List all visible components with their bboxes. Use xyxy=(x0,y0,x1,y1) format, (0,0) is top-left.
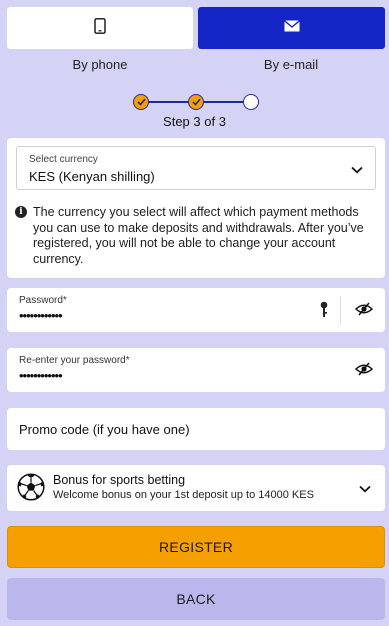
eye-slash-icon[interactable] xyxy=(354,362,374,381)
checkmark-icon xyxy=(191,98,201,106)
tab-by-phone[interactable] xyxy=(7,7,193,49)
checkmark-icon xyxy=(136,98,146,106)
confirm-password-label: Re-enter your password* xyxy=(19,355,130,366)
currency-select-value: KES (Kenyan shilling) xyxy=(29,169,155,184)
currency-select[interactable]: Select currency KES (Kenyan shilling) xyxy=(16,146,376,190)
registration-stepper xyxy=(133,92,259,112)
envelope-icon xyxy=(283,19,300,37)
promo-code-input[interactable]: Promo code (if you have one) xyxy=(19,422,190,437)
step-indicator-text: Step 3 of 3 xyxy=(163,114,226,129)
currency-info-text: The currency you select will affect whic… xyxy=(33,205,364,266)
currency-section: Select currency KES (Kenyan shilling) i … xyxy=(7,138,385,278)
bonus-title: Bonus for sports betting xyxy=(53,473,186,487)
confirm-password-input[interactable]: •••••••••••• xyxy=(19,368,63,383)
promo-code-field[interactable]: Promo code (if you have one) xyxy=(7,408,385,450)
chevron-down-icon xyxy=(359,480,371,498)
step-2-done xyxy=(188,94,204,110)
chevron-down-icon xyxy=(351,161,363,179)
step-connector xyxy=(149,101,188,103)
tab-by-email-label[interactable]: By e-mail xyxy=(198,57,384,72)
key-icon[interactable] xyxy=(320,301,328,323)
tab-by-email[interactable] xyxy=(198,7,385,49)
confirm-password-field[interactable]: Re-enter your password* •••••••••••• xyxy=(7,348,385,392)
info-icon: i xyxy=(15,206,27,218)
password-input[interactable]: •••••••••••• xyxy=(19,308,63,323)
password-label: Password* xyxy=(19,295,67,306)
bonus-select[interactable]: Bonus for sports betting Welcome bonus o… xyxy=(7,465,385,511)
back-button[interactable]: BACK xyxy=(7,578,385,620)
field-divider xyxy=(340,296,341,324)
currency-select-label: Select currency xyxy=(29,154,98,165)
bonus-subtitle: Welcome bonus on your 1st deposit up to … xyxy=(53,489,314,501)
step-3-current xyxy=(243,94,259,110)
step-1-done xyxy=(133,94,149,110)
step-connector xyxy=(204,101,243,103)
phone-icon xyxy=(94,17,106,39)
soccer-ball-icon xyxy=(17,473,45,506)
register-button[interactable]: REGISTER xyxy=(7,526,385,568)
eye-slash-icon[interactable] xyxy=(354,302,374,321)
tab-by-phone-label[interactable]: By phone xyxy=(7,57,193,72)
password-field[interactable]: Password* •••••••••••• xyxy=(7,288,385,332)
